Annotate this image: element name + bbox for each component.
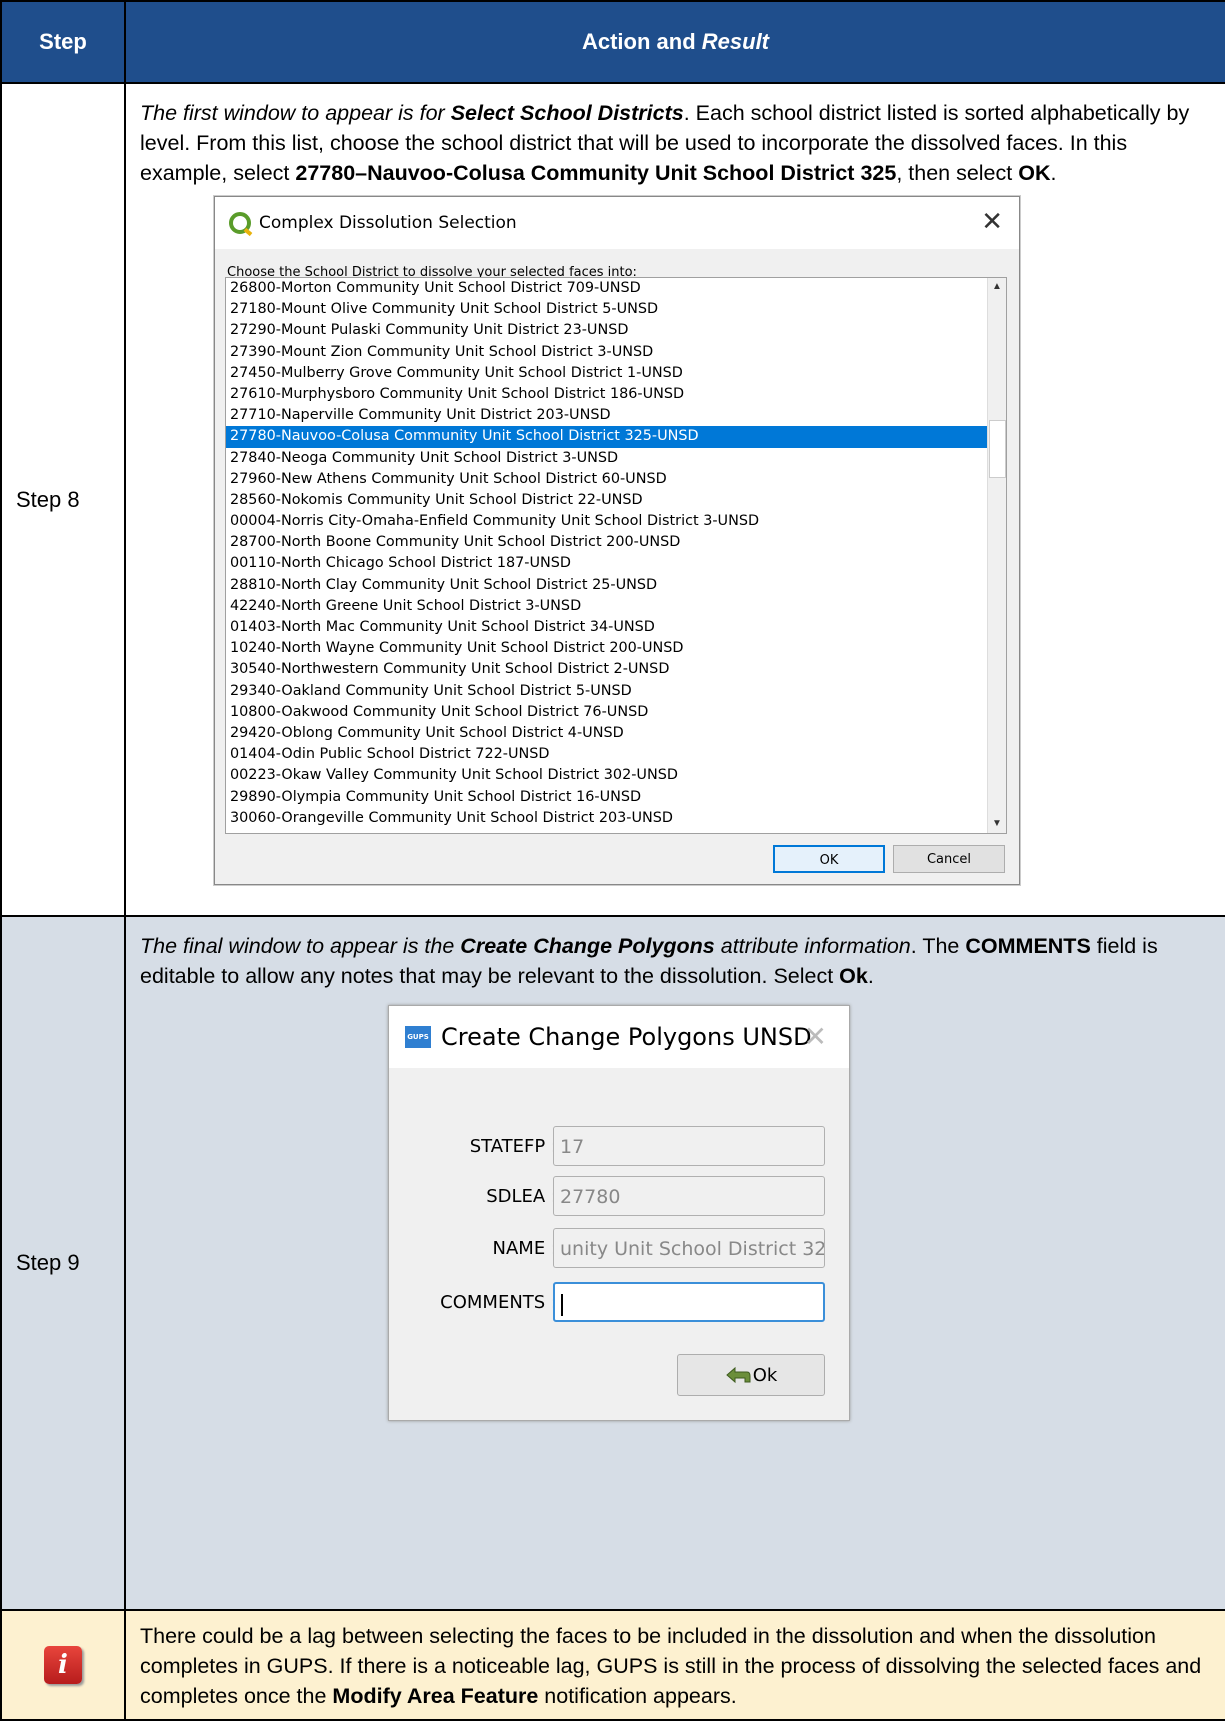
list-item[interactable]: 28560-Nokomis Community Unit School Dist… bbox=[226, 490, 1006, 511]
cancel-button[interactable]: Cancel bbox=[893, 845, 1005, 873]
step9-text: The final window to appear is the Create… bbox=[140, 934, 1158, 988]
note-row: i There could be a lag between selecting… bbox=[0, 1609, 1225, 1721]
dialog-title: Complex Dissolution Selection bbox=[259, 213, 517, 233]
dialog-title: Create Change Polygons UNSD bbox=[441, 1023, 812, 1051]
sdlea-row: SDLEA : 27780 bbox=[389, 1176, 849, 1220]
step8-text: The first window to appear is for Select… bbox=[140, 101, 1190, 185]
header-step: Step bbox=[0, 0, 126, 84]
complex-dissolution-dialog: Complex Dissolution Selection ✕ Choose t… bbox=[214, 196, 1020, 885]
step9-row: Step 9 The final window to appear is the… bbox=[0, 915, 1225, 1611]
step8-label: Step 8 bbox=[0, 82, 126, 917]
list-item[interactable]: 27840-Neoga Community Unit School Distri… bbox=[226, 448, 1006, 469]
close-icon[interactable]: ✕ bbox=[804, 1020, 827, 1053]
qgis-logo-icon bbox=[229, 212, 251, 234]
list-item[interactable]: 28810-North Clay Community Unit School D… bbox=[226, 575, 1006, 596]
list-item[interactable]: 27710-Naperville Community Unit District… bbox=[226, 405, 1006, 426]
list-item[interactable]: 27180-Mount Olive Community Unit School … bbox=[226, 299, 1006, 320]
list-item[interactable]: 26800-Morton Community Unit School Distr… bbox=[226, 278, 1006, 299]
statefp-label: STATEFP : bbox=[469, 1136, 557, 1157]
step9-content: The final window to appear is the Create… bbox=[124, 915, 1225, 1611]
name-field: unity Unit School District 325 bbox=[553, 1228, 825, 1268]
list-item[interactable]: 01403-North Mac Community Unit School Di… bbox=[226, 617, 1006, 638]
step8-row: Step 8 The first window to appear is for… bbox=[0, 82, 1225, 917]
ok-label: Ok bbox=[752, 1364, 778, 1386]
scroll-down-arrow-icon[interactable]: ▼ bbox=[988, 815, 1006, 833]
name-row: NAME : unity Unit School District 325 bbox=[389, 1228, 849, 1272]
list-items: 26800-Morton Community Unit School Distr… bbox=[226, 278, 1006, 829]
close-icon[interactable]: ✕ bbox=[981, 207, 1003, 237]
name-label: NAME : bbox=[492, 1238, 557, 1259]
list-item[interactable]: 01404-Odin Public School District 722-UN… bbox=[226, 744, 1006, 765]
ok-button[interactable]: OK bbox=[773, 845, 885, 873]
list-item[interactable]: 29890-Olympia Community Unit School Dist… bbox=[226, 787, 1006, 808]
list-item[interactable]: 00004-Norris City-Omaha-Enfield Communit… bbox=[226, 511, 1006, 532]
comments-label: COMMENTS : bbox=[440, 1292, 557, 1313]
vertical-scrollbar[interactable]: ▲ ▼ bbox=[987, 278, 1006, 833]
gups-logo-icon: GUPS bbox=[405, 1026, 431, 1048]
list-item[interactable]: 00110-North Chicago School District 187-… bbox=[226, 553, 1006, 574]
list-item[interactable]: 42240-North Greene Unit School District … bbox=[226, 596, 1006, 617]
dialog-titlebar: GUPS Create Change Polygons UNSD ✕ bbox=[389, 1006, 849, 1068]
scrollbar-thumb[interactable] bbox=[989, 420, 1006, 478]
list-item[interactable]: 27960-New Athens Community Unit School D… bbox=[226, 469, 1006, 490]
info-icon: i bbox=[44, 1646, 82, 1684]
sdlea-label: SDLEA : bbox=[486, 1186, 557, 1207]
selected-list-item[interactable]: 27780-Nauvoo-Colusa Community Unit Schoo… bbox=[226, 426, 1006, 448]
statefp-field: 17 bbox=[553, 1126, 825, 1166]
header-action: Action and Result bbox=[124, 0, 1225, 84]
list-item[interactable]: 27450-Mulberry Grove Community Unit Scho… bbox=[226, 363, 1006, 384]
scroll-up-arrow-icon[interactable]: ▲ bbox=[988, 278, 1006, 296]
sdlea-field: 27780 bbox=[553, 1176, 825, 1216]
list-item[interactable]: 29420-Oblong Community Unit School Distr… bbox=[226, 723, 1006, 744]
list-item[interactable]: 29340-Oakland Community Unit School Dist… bbox=[226, 681, 1006, 702]
note-content: There could be a lag between selecting t… bbox=[124, 1609, 1225, 1721]
note-icon-cell: i bbox=[0, 1609, 126, 1721]
list-item[interactable]: 00223-Okaw Valley Community Unit School … bbox=[226, 765, 1006, 786]
statefp-row: STATEFP : 17 bbox=[389, 1126, 849, 1170]
comments-field[interactable] bbox=[553, 1282, 825, 1322]
list-item[interactable]: 28700-North Boone Community Unit School … bbox=[226, 532, 1006, 553]
header-row: Step Action and Result bbox=[0, 0, 1225, 84]
ok-button[interactable]: Ok bbox=[677, 1354, 825, 1396]
create-change-polygons-dialog: GUPS Create Change Polygons UNSD ✕ STATE… bbox=[388, 1005, 850, 1421]
dialog-titlebar: Complex Dissolution Selection ✕ bbox=[215, 197, 1019, 249]
list-item[interactable]: 27290-Mount Pulaski Community Unit Distr… bbox=[226, 320, 1006, 341]
list-item[interactable]: 10240-North Wayne Community Unit School … bbox=[226, 638, 1006, 659]
ok-arrow-icon bbox=[725, 1366, 751, 1384]
note-text: There could be a lag between selecting t… bbox=[140, 1624, 1202, 1708]
step9-label: Step 9 bbox=[0, 915, 126, 1611]
list-item[interactable]: 27390-Mount Zion Community Unit School D… bbox=[226, 342, 1006, 363]
school-district-list[interactable]: 26800-Morton Community Unit School Distr… bbox=[225, 277, 1007, 834]
list-item[interactable]: 27610-Murphysboro Community Unit School … bbox=[226, 384, 1006, 405]
procedure-table: Step Action and Result Step 8 The first … bbox=[0, 0, 1225, 1721]
comments-row: COMMENTS : bbox=[389, 1282, 849, 1326]
list-item[interactable]: 10800-Oakwood Community Unit School Dist… bbox=[226, 702, 1006, 723]
list-item[interactable]: 30540-Northwestern Community Unit School… bbox=[226, 659, 1006, 680]
step8-content: The first window to appear is for Select… bbox=[124, 82, 1225, 917]
list-item[interactable]: 30060-Orangeville Community Unit School … bbox=[226, 808, 1006, 829]
text-caret bbox=[561, 1293, 563, 1316]
